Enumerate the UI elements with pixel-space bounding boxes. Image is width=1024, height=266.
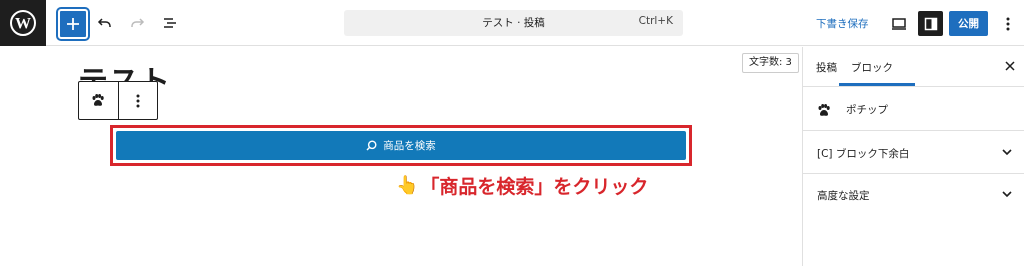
panel-title: 高度な設定: [817, 190, 870, 202]
settings-toggle-button[interactable]: [918, 11, 943, 36]
tab-post[interactable]: 投稿: [816, 60, 837, 75]
redo-icon: [131, 18, 145, 27]
tab-block[interactable]: ブロック: [851, 60, 893, 75]
block-type-button[interactable]: [79, 82, 118, 119]
command-palette-bar[interactable]: テスト · 投稿 Ctrl+K: [344, 10, 683, 36]
save-draft-button[interactable]: 下書き保存: [816, 16, 869, 31]
block-name: ポチップ: [846, 104, 888, 116]
wordpress-icon: W: [10, 10, 36, 36]
desktop-icon: [891, 17, 906, 30]
active-tab-indicator: [839, 83, 915, 86]
editor-toolbar: W テスト · 投稿 Ctrl+K 下書き保存 公開: [0, 0, 1024, 46]
word-count-badge: 文字数: 3: [742, 53, 799, 73]
highlight-box: 商品を検索: [110, 125, 692, 166]
undo-icon: [97, 18, 111, 27]
chevron-down-icon: [1002, 149, 1012, 156]
paw-icon: [92, 94, 105, 106]
search-products-button[interactable]: 商品を検索: [116, 131, 686, 160]
undo-button[interactable]: [92, 10, 118, 36]
options-button[interactable]: [996, 11, 1020, 36]
document-title: テスト · 投稿: [482, 17, 545, 29]
search-products-label: 商品を検索: [383, 140, 436, 152]
annotation-text: 「商品を検索」をクリック: [420, 176, 649, 198]
command-shortcut: Ctrl+K: [638, 15, 673, 27]
block-options-button[interactable]: [117, 82, 157, 119]
sidebar-icon: [924, 17, 937, 30]
preview-button[interactable]: [886, 11, 911, 36]
block-card: ポチップ: [803, 88, 1024, 131]
wordpress-logo-button[interactable]: W: [0, 0, 46, 46]
close-sidebar-button[interactable]: [1001, 57, 1019, 75]
publish-button[interactable]: 公開: [949, 11, 988, 36]
pointing-hand-icon: 👆: [396, 175, 419, 196]
close-icon: [1005, 61, 1015, 71]
panel-title: [C] ブロック下余白: [817, 148, 910, 160]
search-icon: [366, 140, 377, 151]
plus-icon: [67, 18, 79, 30]
more-vertical-icon: [136, 94, 140, 107]
settings-sidebar: 投稿 ブロック ポチップ [C] ブロック下余白 高度な設定: [802, 47, 1024, 266]
svg-text:W: W: [15, 16, 31, 33]
panel-advanced[interactable]: 高度な設定: [803, 174, 1024, 216]
list-view-icon: [164, 18, 176, 28]
paw-icon: [817, 102, 831, 121]
instruction-annotation: 👆 「商品を検索」をクリック: [396, 172, 648, 199]
sidebar-tabs: 投稿 ブロック: [803, 47, 1024, 87]
chevron-down-icon: [1002, 191, 1012, 198]
panel-bottom-margin[interactable]: [C] ブロック下余白: [803, 132, 1024, 174]
document-overview-button[interactable]: [157, 10, 183, 36]
redo-button[interactable]: [124, 10, 150, 36]
more-vertical-icon: [1006, 17, 1010, 30]
block-toolbar: [78, 81, 158, 120]
editor-canvas[interactable]: テスト 文字数: 3 商品を検索 👆 「商: [0, 47, 802, 266]
add-block-button[interactable]: [56, 7, 90, 41]
